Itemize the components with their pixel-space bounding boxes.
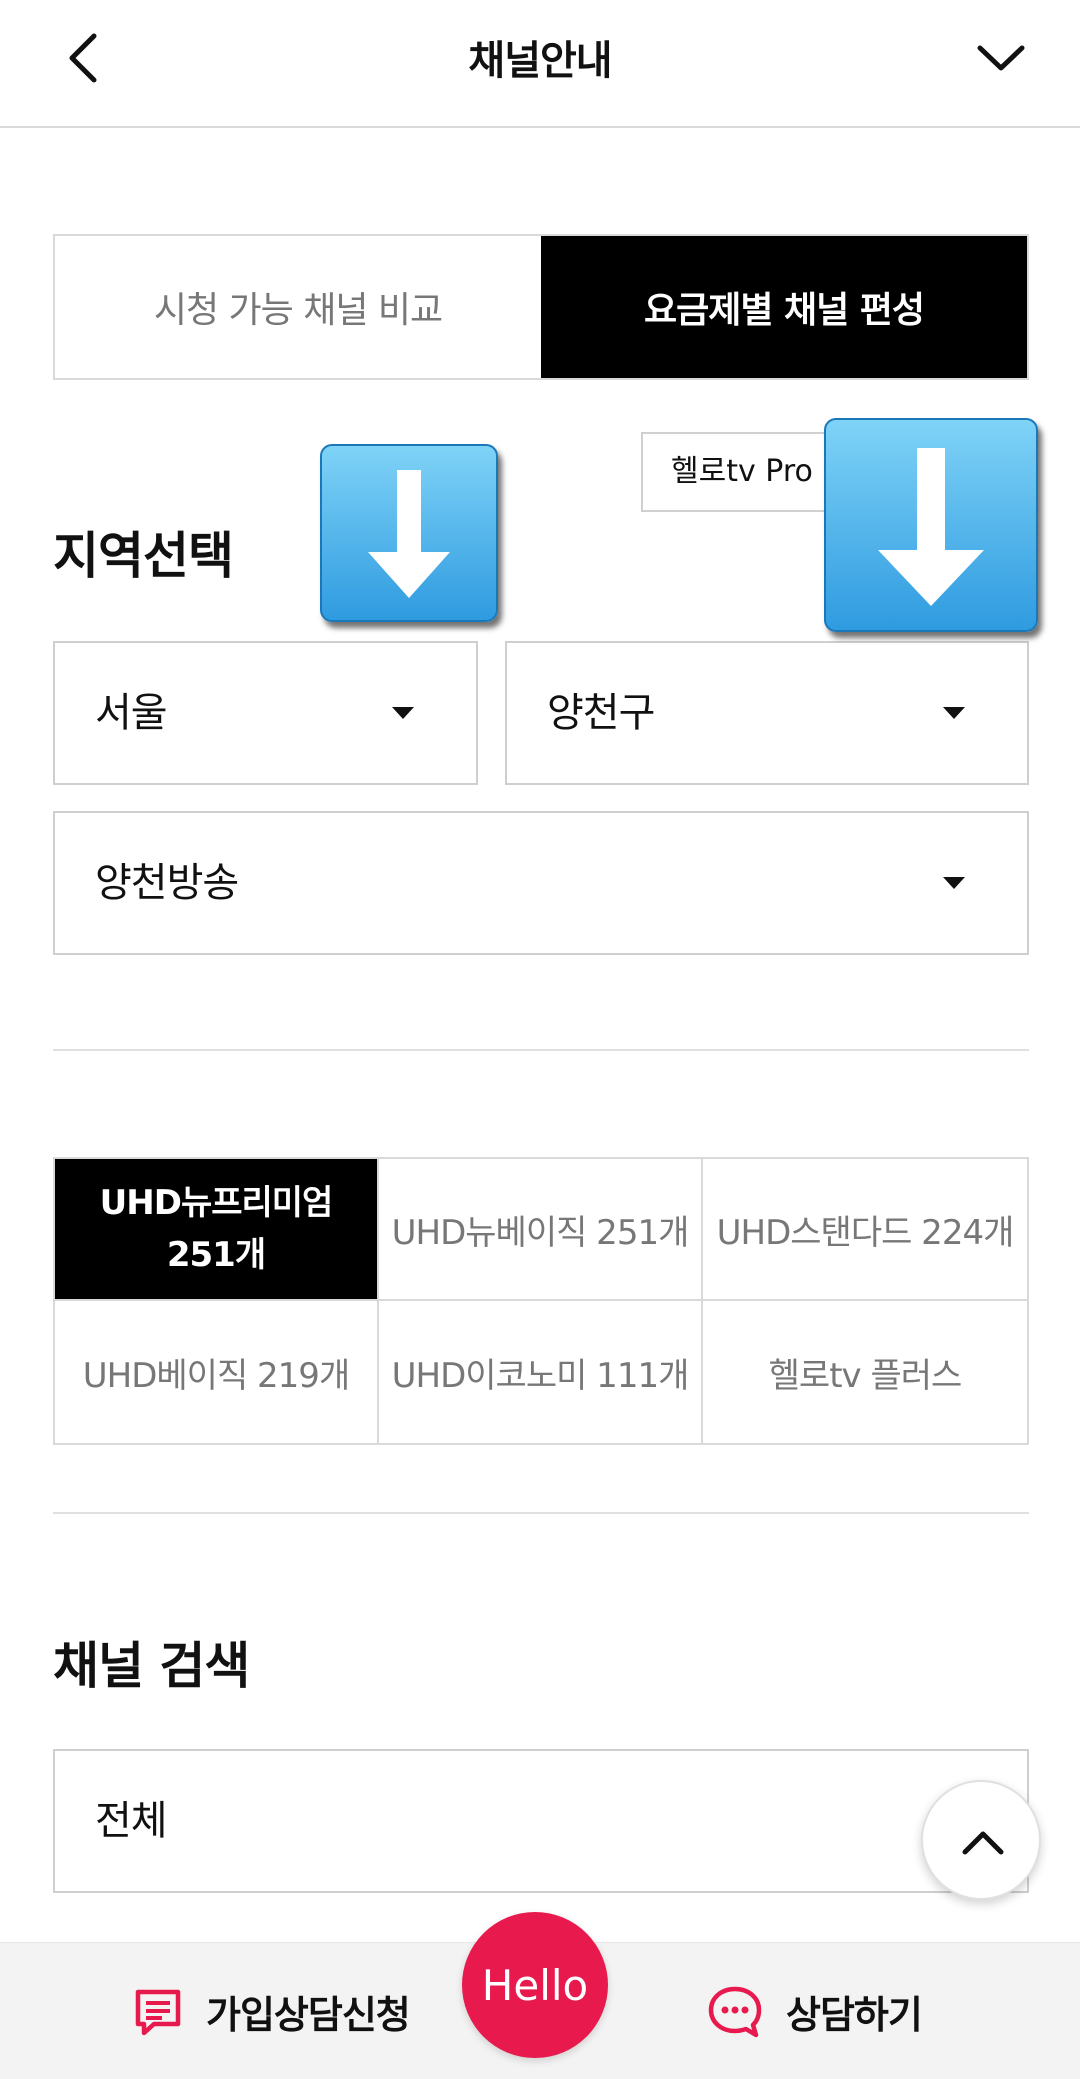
chevron-down-icon[interactable]: [974, 36, 1028, 80]
district-select-value: 양천구: [547, 690, 655, 736]
plan-item[interactable]: UHD뉴베이직 251개: [379, 1159, 703, 1301]
chat-bubble-icon: [708, 1986, 762, 2037]
plan-item[interactable]: UHD이코노미 111개: [379, 1301, 703, 1443]
channel-category-value: 전체: [95, 1798, 168, 1844]
hello-fab-button[interactable]: Hello: [462, 1912, 608, 2058]
provider-select[interactable]: 양천방송: [53, 811, 1029, 955]
message-form-icon: [135, 1989, 181, 2035]
signup-consult-label: 가입상담신청: [206, 1993, 411, 2037]
city-select-value: 서울: [95, 690, 168, 736]
dropdown-caret-icon: [943, 707, 965, 719]
channel-guide-tabs: 시청 가능 채널 비교 요금제별 채널 편성: [53, 234, 1029, 380]
arrow-down-icon: [368, 470, 450, 598]
provider-select-value: 양천방송: [95, 860, 239, 906]
consult-button[interactable]: 상담하기: [706, 1943, 923, 2079]
down-arrow-overlay-button[interactable]: [824, 418, 1038, 632]
arrow-down-icon: [878, 448, 984, 606]
plan-item[interactable]: UHD스탠다드 224개: [703, 1159, 1027, 1301]
plan-item[interactable]: 헬로tv 플러스: [703, 1301, 1027, 1443]
tab-channel-compare[interactable]: 시청 가능 채널 비교: [55, 236, 541, 378]
scroll-top-button[interactable]: [921, 1780, 1041, 1900]
consult-label: 상담하기: [786, 1993, 923, 2037]
divider: [53, 1049, 1029, 1051]
top-app-bar: 채널안내: [0, 0, 1080, 128]
plan-item[interactable]: UHD베이직 219개: [55, 1301, 379, 1443]
city-select[interactable]: 서울: [53, 641, 478, 785]
tab-plan-channel-lineup[interactable]: 요금제별 채널 편성: [541, 236, 1027, 378]
district-select[interactable]: 양천구: [505, 641, 1029, 785]
dropdown-caret-icon: [943, 877, 965, 889]
region-select-title: 지역선택: [53, 527, 234, 585]
plan-item[interactable]: UHD뉴프리미엄 251개: [55, 1159, 379, 1301]
chevron-up-icon: [962, 1831, 1004, 1855]
channel-category-select[interactable]: 전체: [53, 1749, 1029, 1893]
down-arrow-overlay-button[interactable]: [320, 444, 498, 622]
signup-consult-button[interactable]: 가입상담신청: [132, 1943, 411, 2079]
plan-grid: UHD뉴프리미엄 251개 UHD뉴베이직 251개 UHD스탠다드 224개 …: [53, 1157, 1029, 1445]
dropdown-caret-icon: [392, 707, 414, 719]
page-title: 채널안내: [468, 38, 612, 84]
channel-search-title: 채널 검색: [53, 1637, 250, 1695]
divider: [53, 1512, 1029, 1514]
